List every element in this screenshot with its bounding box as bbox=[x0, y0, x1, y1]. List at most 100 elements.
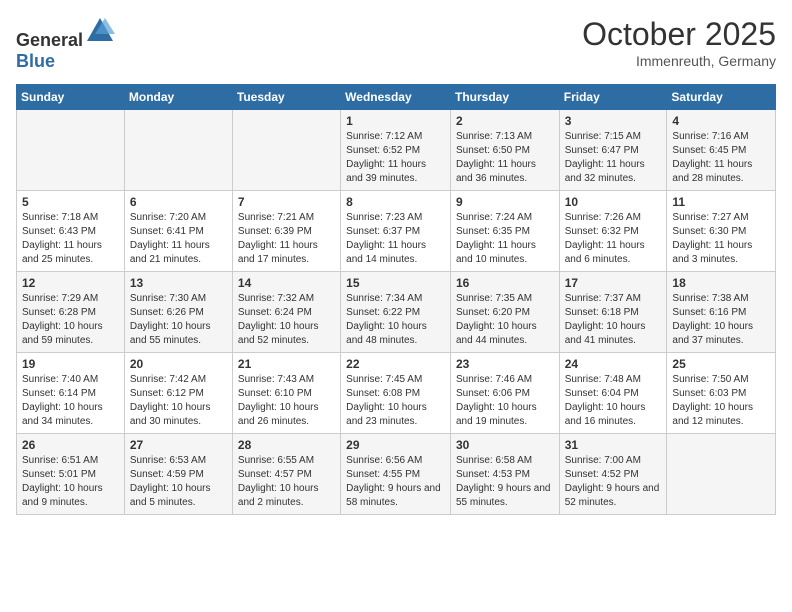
day-number: 25 bbox=[672, 357, 770, 371]
calendar-week-row: 19Sunrise: 7:40 AMSunset: 6:14 PMDayligh… bbox=[17, 353, 776, 434]
day-info: Sunrise: 7:13 AMSunset: 6:50 PMDaylight:… bbox=[456, 130, 554, 186]
calendar-cell: 9Sunrise: 7:24 AMSunset: 6:35 PMDaylight… bbox=[450, 191, 559, 272]
day-info: Sunrise: 7:45 AMSunset: 6:08 PMDaylight:… bbox=[346, 373, 445, 429]
logo: General Blue bbox=[16, 16, 115, 72]
day-info: Sunrise: 7:40 AMSunset: 6:14 PMDaylight:… bbox=[22, 373, 119, 429]
location-title: Immenreuth, Germany bbox=[582, 53, 776, 69]
calendar-week-row: 12Sunrise: 7:29 AMSunset: 6:28 PMDayligh… bbox=[17, 272, 776, 353]
page-header: General Blue October 2025 Immenreuth, Ge… bbox=[16, 16, 776, 72]
day-number: 29 bbox=[346, 438, 445, 452]
day-number: 24 bbox=[565, 357, 662, 371]
day-number: 16 bbox=[456, 276, 554, 290]
calendar-week-row: 5 Sunrise: 7:18 AMSunset: 6:43 PMDaylight… bbox=[17, 191, 776, 272]
calendar-cell: 17 Sunrise: 7:37 AMSunset: 6:18 PMDayligh… bbox=[559, 272, 667, 353]
day-info: Sunrise: 7:42 AMSunset: 6:12 PMDaylight:… bbox=[130, 373, 227, 429]
calendar-cell: 2 Sunrise: 7:13 AMSunset: 6:50 PMDaylight… bbox=[450, 110, 559, 191]
day-info: Sunrise: 7:48 AMSunset: 6:04 PMDaylight:… bbox=[565, 373, 662, 429]
calendar-cell: 23Sunrise: 7:46 AMSunset: 6:06 PMDayligh… bbox=[450, 353, 559, 434]
calendar-cell bbox=[232, 110, 340, 191]
calendar-cell: 6 Sunrise: 7:20 AMSunset: 6:41 PMDaylight… bbox=[124, 191, 232, 272]
day-number: 14 bbox=[238, 276, 335, 290]
calendar-cell: 21Sunrise: 7:43 AMSunset: 6:10 PMDayligh… bbox=[232, 353, 340, 434]
calendar-cell: 29Sunrise: 6:56 AMSunset: 4:55 PMDayligh… bbox=[341, 434, 451, 515]
logo-icon bbox=[85, 16, 115, 46]
day-info: Sunrise: 6:58 AMSunset: 4:53 PMDaylight:… bbox=[456, 454, 554, 510]
calendar-cell: 16 Sunrise: 7:35 AMSunset: 6:20 PMDayligh… bbox=[450, 272, 559, 353]
day-number: 18 bbox=[672, 276, 770, 290]
day-info: Sunrise: 6:55 AMSunset: 4:57 PMDaylight:… bbox=[238, 454, 335, 510]
day-info: Sunrise: 7:50 AMSunset: 6:03 PMDaylight:… bbox=[672, 373, 770, 429]
day-info: Sunrise: 6:51 AMSunset: 5:01 PMDaylight:… bbox=[22, 454, 119, 510]
weekday-header-cell: Friday bbox=[559, 85, 667, 110]
day-info: Sunrise: 7:18 AMSunset: 6:43 PMDaylight:… bbox=[22, 211, 119, 267]
day-info: Sunrise: 7:35 AMSunset: 6:20 PMDaylight:… bbox=[456, 292, 554, 348]
day-info: Sunrise: 7:12 AMSunset: 6:52 PMDaylight:… bbox=[346, 130, 445, 186]
calendar-cell: 18 Sunrise: 7:38 AMSunset: 6:16 PMDayligh… bbox=[667, 272, 776, 353]
day-number: 15 bbox=[346, 276, 445, 290]
day-number: 5 bbox=[22, 195, 119, 209]
day-number: 10 bbox=[565, 195, 662, 209]
day-info: Sunrise: 6:53 AMSunset: 4:59 PMDaylight:… bbox=[130, 454, 227, 510]
weekday-header-row: SundayMondayTuesdayWednesdayThursdayFrid… bbox=[17, 85, 776, 110]
day-info: Sunrise: 7:16 AMSunset: 6:45 PMDaylight:… bbox=[672, 130, 770, 186]
weekday-header-cell: Monday bbox=[124, 85, 232, 110]
calendar-table: SundayMondayTuesdayWednesdayThursdayFrid… bbox=[16, 84, 776, 515]
calendar-cell bbox=[124, 110, 232, 191]
logo-blue: Blue bbox=[16, 51, 55, 71]
calendar-cell: 8 Sunrise: 7:23 AMSunset: 6:37 PMDaylight… bbox=[341, 191, 451, 272]
calendar-cell: 22Sunrise: 7:45 AMSunset: 6:08 PMDayligh… bbox=[341, 353, 451, 434]
day-number: 11 bbox=[672, 195, 770, 209]
calendar-cell: 24 Sunrise: 7:48 AMSunset: 6:04 PMDayligh… bbox=[559, 353, 667, 434]
calendar-week-row: 26 Sunrise: 6:51 AMSunset: 5:01 PMDayligh… bbox=[17, 434, 776, 515]
day-info: Sunrise: 7:27 AMSunset: 6:30 PMDaylight:… bbox=[672, 211, 770, 267]
month-title: October 2025 bbox=[582, 16, 776, 53]
day-number: 3 bbox=[565, 114, 662, 128]
day-info: Sunrise: 7:30 AMSunset: 6:26 PMDaylight:… bbox=[130, 292, 227, 348]
calendar-body: 1 Sunrise: 7:12 AMSunset: 6:52 PMDaylight… bbox=[17, 110, 776, 515]
day-number: 7 bbox=[238, 195, 335, 209]
calendar-cell: 25 Sunrise: 7:50 AMSunset: 6:03 PMDayligh… bbox=[667, 353, 776, 434]
calendar-cell: 13 Sunrise: 7:30 AMSunset: 6:26 PMDayligh… bbox=[124, 272, 232, 353]
day-number: 20 bbox=[130, 357, 227, 371]
day-number: 12 bbox=[22, 276, 119, 290]
day-number: 27 bbox=[130, 438, 227, 452]
day-number: 1 bbox=[346, 114, 445, 128]
day-number: 26 bbox=[22, 438, 119, 452]
calendar-cell bbox=[17, 110, 125, 191]
day-number: 2 bbox=[456, 114, 554, 128]
day-number: 30 bbox=[456, 438, 554, 452]
weekday-header-cell: Sunday bbox=[17, 85, 125, 110]
day-info: Sunrise: 7:23 AMSunset: 6:37 PMDaylight:… bbox=[346, 211, 445, 267]
calendar-cell: 27 Sunrise: 6:53 AMSunset: 4:59 PMDayligh… bbox=[124, 434, 232, 515]
day-info: Sunrise: 7:38 AMSunset: 6:16 PMDaylight:… bbox=[672, 292, 770, 348]
day-number: 31 bbox=[565, 438, 662, 452]
weekday-header-cell: Thursday bbox=[450, 85, 559, 110]
calendar-cell: 7 Sunrise: 7:21 AMSunset: 6:39 PMDaylight… bbox=[232, 191, 340, 272]
day-number: 28 bbox=[238, 438, 335, 452]
day-info: Sunrise: 7:20 AMSunset: 6:41 PMDaylight:… bbox=[130, 211, 227, 267]
calendar-cell: 12Sunrise: 7:29 AMSunset: 6:28 PMDayligh… bbox=[17, 272, 125, 353]
calendar-cell: 11 Sunrise: 7:27 AMSunset: 6:30 PMDayligh… bbox=[667, 191, 776, 272]
day-info: Sunrise: 7:00 AMSunset: 4:52 PMDaylight:… bbox=[565, 454, 662, 510]
day-info: Sunrise: 7:15 AMSunset: 6:47 PMDaylight:… bbox=[565, 130, 662, 186]
day-info: Sunrise: 7:32 AMSunset: 6:24 PMDaylight:… bbox=[238, 292, 335, 348]
calendar-cell: 30 Sunrise: 6:58 AMSunset: 4:53 PMDayligh… bbox=[450, 434, 559, 515]
day-info: Sunrise: 7:46 AMSunset: 6:06 PMDaylight:… bbox=[456, 373, 554, 429]
calendar-cell: 19Sunrise: 7:40 AMSunset: 6:14 PMDayligh… bbox=[17, 353, 125, 434]
calendar-cell: 10Sunrise: 7:26 AMSunset: 6:32 PMDayligh… bbox=[559, 191, 667, 272]
weekday-header-cell: Saturday bbox=[667, 85, 776, 110]
title-block: October 2025 Immenreuth, Germany bbox=[582, 16, 776, 69]
day-number: 17 bbox=[565, 276, 662, 290]
day-info: Sunrise: 7:21 AMSunset: 6:39 PMDaylight:… bbox=[238, 211, 335, 267]
calendar-cell: 14 Sunrise: 7:32 AMSunset: 6:24 PMDayligh… bbox=[232, 272, 340, 353]
calendar-cell: 28 Sunrise: 6:55 AMSunset: 4:57 PMDayligh… bbox=[232, 434, 340, 515]
calendar-cell: 20 Sunrise: 7:42 AMSunset: 6:12 PMDayligh… bbox=[124, 353, 232, 434]
logo-text: General Blue bbox=[16, 16, 115, 72]
calendar-cell: 5 Sunrise: 7:18 AMSunset: 6:43 PMDaylight… bbox=[17, 191, 125, 272]
day-number: 21 bbox=[238, 357, 335, 371]
day-info: Sunrise: 7:37 AMSunset: 6:18 PMDaylight:… bbox=[565, 292, 662, 348]
day-number: 8 bbox=[346, 195, 445, 209]
calendar-cell: 26 Sunrise: 6:51 AMSunset: 5:01 PMDayligh… bbox=[17, 434, 125, 515]
day-number: 6 bbox=[130, 195, 227, 209]
day-number: 13 bbox=[130, 276, 227, 290]
